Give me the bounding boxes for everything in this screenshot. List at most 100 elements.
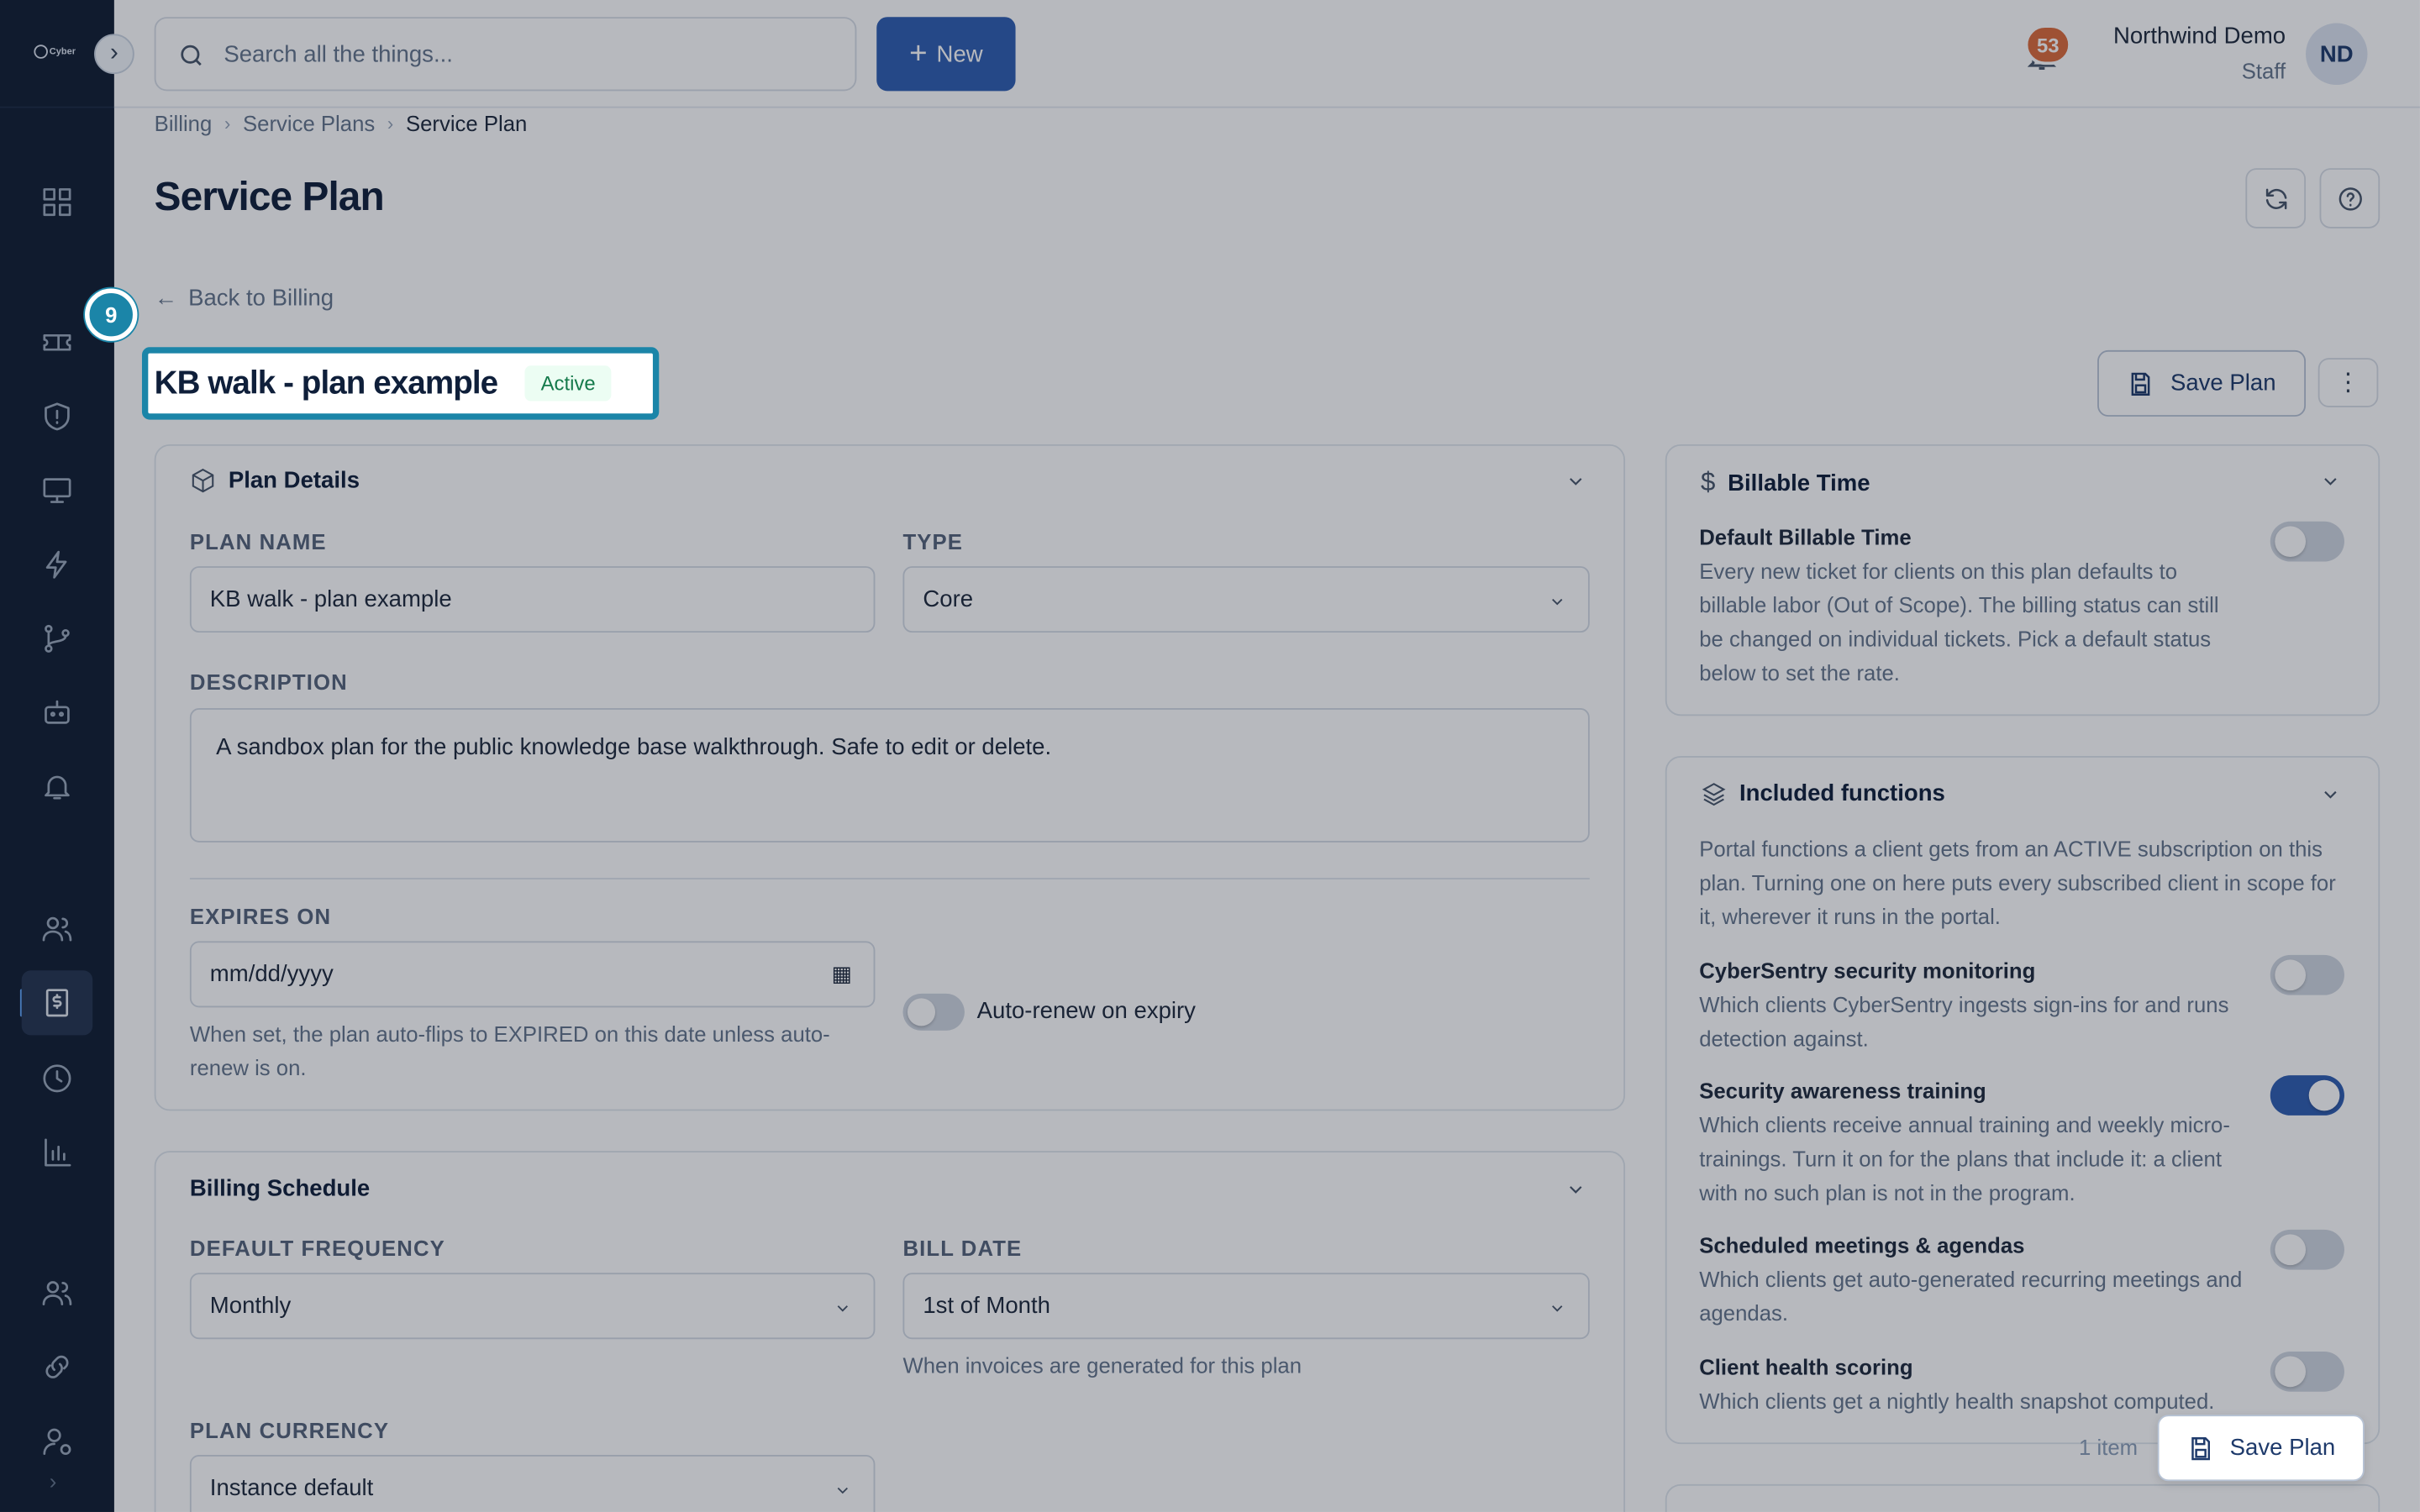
included-functions-title: Included functions — [1739, 780, 1945, 807]
toggle-health-scoring[interactable] — [2270, 1351, 2344, 1392]
nav-workflow-branch-icon[interactable] — [35, 617, 78, 660]
nav-dashboard-icon[interactable] — [35, 181, 78, 223]
items-count: 1 item — [2079, 1435, 2139, 1460]
plan-name-input[interactable]: KB walk - plan example — [189, 566, 876, 633]
toggle-security-training[interactable] — [2270, 1075, 2344, 1116]
logo-mark-icon — [34, 45, 48, 59]
nav-bot-icon[interactable] — [35, 691, 78, 734]
nav-billing-icon[interactable] — [21, 970, 93, 1036]
nav-admin-user-gear-icon[interactable] — [35, 1420, 78, 1462]
save-plan-sticky-label: Save Plan — [2229, 1435, 2336, 1462]
breadcrumb-current: Service Plan — [405, 111, 528, 136]
sidebar-collapse-button[interactable]: › — [94, 34, 134, 75]
expires-on-label: Expires on — [189, 904, 332, 929]
plan-details-header[interactable]: Plan Details — [190, 468, 360, 494]
function-title-security-training: Security awareness training — [1699, 1078, 1986, 1104]
save-icon — [2132, 371, 2150, 396]
nav-tickets-icon[interactable] — [35, 321, 78, 364]
layers-icon — [1702, 783, 1726, 806]
auto-renew-label: Auto-renew on expiry — [976, 998, 1196, 1025]
user-name[interactable]: Northwind Demo — [2113, 24, 2286, 50]
expires-help-text: When set, the plan auto-flips to EXPIRED… — [189, 1021, 830, 1080]
more-options-button[interactable]: ⋮ — [2317, 358, 2379, 407]
function-desc-security-training: Which clients receive annual training an… — [1699, 1112, 2230, 1205]
refresh-button[interactable] — [2245, 168, 2307, 228]
default-billable-time-toggle[interactable] — [2270, 521, 2344, 562]
chevron-down-icon — [834, 1479, 852, 1498]
arrow-left-icon: ← — [154, 285, 178, 312]
nav-users-icon[interactable] — [35, 1271, 78, 1314]
included-functions-header[interactable]: Included functions — [1701, 780, 1945, 807]
toggle-cybersentry[interactable] — [2270, 954, 2344, 995]
chevron-right-icon: › — [224, 113, 231, 134]
default-frequency-label: Default frequency — [189, 1236, 445, 1261]
new-button[interactable]: + New — [876, 17, 1016, 92]
billable-time-title: Billable Time — [1728, 470, 1870, 496]
save-plan-button[interactable]: Save Plan — [2097, 349, 2307, 417]
nav-clients-icon[interactable] — [35, 907, 78, 950]
chevron-down-icon[interactable] — [2320, 784, 2342, 806]
type-value: Core — [923, 585, 974, 613]
search-input[interactable] — [224, 18, 842, 90]
more-vertical-icon: ⋮ — [2335, 370, 2361, 397]
bill-date-label: Bill date — [902, 1236, 1023, 1261]
logo[interactable]: Cyber — [34, 43, 83, 61]
nav-monitor-icon[interactable] — [35, 469, 78, 512]
nav-reports-chart-icon[interactable] — [35, 1131, 78, 1173]
plan-currency-label: Plan currency — [189, 1417, 390, 1443]
chevron-right-icon: › — [110, 39, 118, 66]
nav-security-shield-icon[interactable] — [35, 395, 78, 438]
breadcrumb-service-plans[interactable]: Service Plans — [243, 111, 375, 135]
next-card-partial — [1665, 1483, 2381, 1512]
sidebar-expand-chevron-icon[interactable]: › — [50, 1469, 57, 1494]
function-desc-meetings: Which clients get auto-generated recurri… — [1699, 1266, 2243, 1326]
currency-select[interactable]: Instance default — [189, 1455, 876, 1512]
chevron-down-icon — [1548, 591, 1566, 609]
expires-on-date-input[interactable]: mm/dd/yyyy ▦ — [189, 941, 876, 1008]
notification-count-badge[interactable]: 53 — [2024, 24, 2071, 66]
package-icon — [192, 468, 214, 493]
logo-text: Cyber — [49, 47, 76, 57]
function-title-meetings: Scheduled meetings & agendas — [1699, 1232, 2025, 1257]
billing-schedule-header[interactable]: Billing Schedule — [190, 1176, 370, 1202]
toggle-meetings[interactable] — [2270, 1229, 2344, 1270]
status-badge: Active — [525, 365, 612, 402]
plus-icon: + — [909, 37, 928, 71]
search-box[interactable] — [154, 17, 857, 92]
back-to-billing-link[interactable]: ← Back to Billing — [155, 286, 334, 312]
nav-integrations-link-icon[interactable] — [35, 1346, 78, 1389]
chevron-down-icon[interactable] — [1565, 1179, 1586, 1200]
calendar-icon[interactable]: ▦ — [832, 961, 852, 987]
new-button-label: New — [936, 40, 983, 67]
breadcrumb-billing[interactable]: Billing — [155, 111, 213, 135]
save-plan-label: Save Plan — [2170, 370, 2276, 397]
page-title: Service Plan — [154, 172, 385, 219]
avatar[interactable]: ND — [2306, 23, 2368, 86]
help-button[interactable] — [2319, 168, 2381, 228]
save-plan-sticky-button[interactable]: Save Plan — [2157, 1415, 2365, 1482]
billable-time-header[interactable]: $ Billable Time — [1701, 468, 1870, 499]
chevron-right-icon: › — [387, 113, 394, 134]
chevron-down-icon — [1548, 1298, 1566, 1316]
frequency-value: Monthly — [209, 1293, 292, 1320]
description-textarea[interactable]: A sandbox plan for the public knowledge … — [189, 708, 1590, 843]
nav-alerts-bell-icon[interactable] — [35, 765, 78, 808]
type-select[interactable]: Core — [902, 566, 1590, 633]
bill-date-select[interactable]: 1st of Month — [902, 1273, 1590, 1340]
nav-automation-bolt-icon[interactable] — [35, 543, 78, 586]
currency-value: Instance default — [209, 1474, 374, 1502]
divider — [189, 878, 1590, 879]
user-role: Staff — [2241, 58, 2286, 84]
frequency-select[interactable]: Monthly — [189, 1273, 876, 1340]
chevron-down-icon[interactable] — [2320, 470, 2342, 492]
included-functions-intro: Portal functions a client gets from an A… — [1699, 836, 2336, 929]
nav-time-clock-icon[interactable] — [35, 1057, 78, 1100]
chevron-down-icon[interactable] — [1565, 470, 1586, 492]
save-icon — [2191, 1436, 2210, 1460]
back-label: Back to Billing — [188, 285, 334, 312]
function-title-cybersentry: CyberSentry security monitoring — [1699, 958, 2036, 983]
auto-renew-toggle[interactable] — [902, 993, 965, 1031]
breadcrumb: Billing › Service Plans › Service Plan — [155, 111, 528, 135]
plan-details-title: Plan Details — [228, 467, 360, 494]
function-title-health-scoring: Client health scoring — [1699, 1354, 1913, 1380]
